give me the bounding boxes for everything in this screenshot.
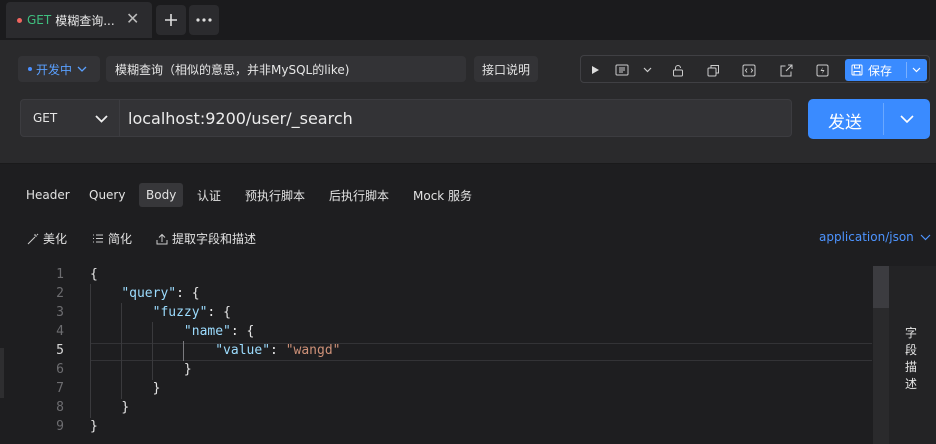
code-line: } bbox=[90, 362, 192, 377]
line-number: 2 bbox=[56, 286, 64, 301]
toolbar: 保存 bbox=[580, 55, 930, 83]
beautify-button[interactable]: 美化 bbox=[27, 230, 67, 247]
code-icon[interactable] bbox=[741, 62, 757, 78]
tab-query[interactable]: Query bbox=[82, 183, 132, 207]
code-editor[interactable]: 1{2 "query": {3 "fuzzy": {4 "name": {5 "… bbox=[0, 266, 936, 444]
chevron-down-icon[interactable] bbox=[912, 67, 921, 73]
chevron-down-icon bbox=[77, 66, 87, 72]
json-punct: } bbox=[152, 381, 161, 396]
side-char: 段 bbox=[904, 343, 917, 357]
vertical-scrollbar[interactable] bbox=[873, 266, 889, 444]
tab-post-script[interactable]: 后执行脚本 bbox=[322, 183, 396, 207]
tab-pre-script[interactable]: 预执行脚本 bbox=[238, 183, 312, 207]
tab-auth[interactable]: 认证 bbox=[190, 183, 228, 207]
close-icon[interactable]: ✕ bbox=[126, 11, 140, 27]
method-select[interactable]: GET bbox=[20, 99, 120, 137]
content-type-select[interactable]: application/json bbox=[819, 230, 931, 244]
code-line: "query": { bbox=[90, 286, 200, 301]
code-line: } bbox=[90, 400, 129, 415]
json-key: "query" bbox=[121, 286, 177, 301]
doc-button[interactable]: 接口说明 bbox=[474, 56, 538, 82]
divider bbox=[883, 103, 884, 135]
plus-icon[interactable] bbox=[156, 5, 186, 35]
line-number: 5 bbox=[56, 343, 64, 358]
json-string: "wangd" bbox=[285, 343, 341, 358]
extract-label: 提取字段和描述 bbox=[172, 232, 257, 246]
tab-header[interactable]: Header bbox=[19, 183, 77, 207]
json-punct: : { bbox=[176, 286, 200, 301]
status-select[interactable]: 开发中 bbox=[18, 56, 100, 82]
description-input[interactable]: 模糊查询（相似的意思，并非MySQL的like) bbox=[106, 56, 466, 82]
flash-icon[interactable] bbox=[814, 62, 830, 78]
json-key: "name" bbox=[183, 324, 231, 339]
line-number: 4 bbox=[56, 324, 64, 339]
beautify-label: 美化 bbox=[43, 232, 68, 246]
simplify-button[interactable]: 简化 bbox=[92, 230, 132, 247]
upload-icon bbox=[156, 233, 168, 244]
json-key: "value" bbox=[215, 343, 271, 358]
divider bbox=[906, 62, 907, 78]
extract-button[interactable]: 提取字段和描述 bbox=[156, 230, 256, 247]
json-punct: : bbox=[270, 343, 286, 358]
json-punct: { bbox=[90, 267, 98, 282]
tab-mock[interactable]: Mock 服务 bbox=[406, 183, 479, 207]
tab-body[interactable]: Body bbox=[139, 183, 184, 207]
json-punct: } bbox=[121, 400, 130, 415]
status-dot bbox=[28, 67, 32, 71]
code-line: "fuzzy": { bbox=[90, 305, 231, 320]
simplify-label: 简化 bbox=[108, 232, 133, 246]
line-number: 9 bbox=[56, 419, 64, 434]
code-line: } bbox=[90, 419, 98, 434]
url-input[interactable]: localhost:9200/user/_search bbox=[120, 99, 792, 137]
line-number: 8 bbox=[56, 400, 64, 415]
scrollbar-thumb[interactable] bbox=[873, 266, 889, 308]
send-button[interactable]: 发送 bbox=[808, 99, 930, 139]
save-label: 保存 bbox=[868, 63, 893, 78]
json-punct: } bbox=[183, 362, 192, 377]
run-icon[interactable] bbox=[587, 62, 603, 78]
side-char: 字 bbox=[904, 326, 917, 340]
side-char: 述 bbox=[904, 377, 917, 391]
list-icon bbox=[93, 234, 103, 243]
code-line: "value": "wangd" bbox=[90, 343, 340, 358]
share-icon[interactable] bbox=[778, 62, 794, 78]
save-icon bbox=[851, 64, 863, 76]
json-key: "fuzzy" bbox=[152, 305, 208, 320]
json-punct: } bbox=[90, 419, 98, 434]
field-desc-toggle[interactable]: 字 段 描 述 bbox=[903, 325, 919, 393]
save-button[interactable]: 保存 bbox=[845, 59, 927, 81]
method-label: GET bbox=[33, 111, 58, 125]
lock-icon[interactable] bbox=[670, 62, 686, 78]
side-char: 描 bbox=[904, 360, 917, 374]
more-icon[interactable] bbox=[189, 5, 219, 35]
magic-wand-icon bbox=[27, 233, 39, 244]
request-tab[interactable]: GET 模糊查询... ✕ bbox=[6, 2, 152, 38]
code-line: { bbox=[90, 267, 98, 282]
line-number: 7 bbox=[56, 381, 64, 396]
tab-bar: GET 模糊查询... ✕ bbox=[0, 0, 936, 40]
code-line: "name": { bbox=[90, 324, 254, 339]
line-number: 3 bbox=[56, 305, 64, 320]
status-label: 开发中 bbox=[36, 62, 73, 77]
chevron-down-icon[interactable] bbox=[639, 62, 655, 78]
tab-method: GET bbox=[27, 13, 52, 27]
code-line: } bbox=[90, 381, 161, 396]
line-number: 6 bbox=[56, 362, 64, 377]
json-punct: : { bbox=[207, 305, 231, 320]
content-type-label: application/json bbox=[819, 230, 914, 244]
request-header: 开发中 模糊查询（相似的意思，并非MySQL的like) 接口说明 保存 GET… bbox=[0, 40, 936, 164]
chevron-down-icon bbox=[920, 234, 931, 240]
unsaved-dot bbox=[17, 17, 22, 23]
send-label: 发送 bbox=[828, 113, 862, 133]
left-resize-handle[interactable] bbox=[0, 348, 4, 398]
chevron-down-icon bbox=[95, 115, 108, 123]
view-icon[interactable] bbox=[614, 62, 630, 78]
json-punct: : { bbox=[230, 324, 255, 339]
copy-icon[interactable] bbox=[705, 62, 721, 78]
line-number: 1 bbox=[56, 267, 64, 282]
chevron-down-icon[interactable] bbox=[900, 115, 914, 123]
